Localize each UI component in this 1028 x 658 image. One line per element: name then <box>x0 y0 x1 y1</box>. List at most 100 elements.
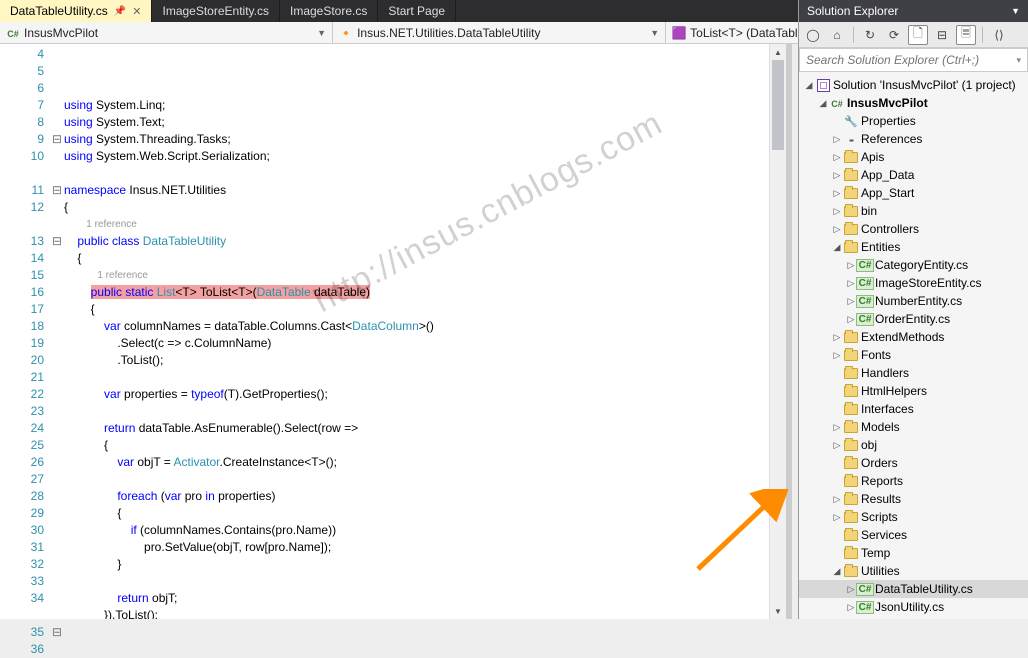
code-area[interactable]: http://insus.cnblogs.com using System.Li… <box>64 44 769 619</box>
preview-button[interactable]: ⟨⟩ <box>989 25 1009 45</box>
code-line[interactable]: .Select(c => c.ColumnName) <box>64 335 769 352</box>
code-line[interactable]: { <box>64 437 769 454</box>
code-line[interactable]: { <box>64 250 769 267</box>
tree-node[interactable]: ▷References <box>799 130 1028 148</box>
code-line[interactable] <box>64 471 769 488</box>
document-tab[interactable]: ImageStore.cs <box>280 0 378 22</box>
expand-toggle[interactable]: ▷ <box>831 512 843 523</box>
code-line[interactable]: using System.Web.Script.Serialization; <box>64 148 769 165</box>
expand-toggle[interactable]: ◢ <box>803 80 815 91</box>
fold-toggle[interactable]: ⊟ <box>50 131 64 148</box>
tree-node[interactable]: Properties <box>799 112 1028 130</box>
scroll-up-icon[interactable]: ▲ <box>770 44 786 60</box>
tree-node[interactable]: ▷bin <box>799 202 1028 220</box>
expand-toggle[interactable]: ▷ <box>831 332 843 343</box>
solution-search-input[interactable] <box>806 53 1016 67</box>
expand-toggle[interactable]: ▷ <box>831 152 843 163</box>
expand-toggle[interactable]: ▷ <box>831 440 843 451</box>
code-line[interactable]: .ToList(); <box>64 352 769 369</box>
tree-node[interactable]: ▷C#NumberEntity.cs <box>799 292 1028 310</box>
close-icon[interactable]: ✕ <box>132 5 141 18</box>
scroll-thumb[interactable] <box>772 60 784 150</box>
code-line[interactable] <box>64 573 769 590</box>
codelens-references[interactable]: 1 reference <box>64 267 769 284</box>
codelens-references[interactable]: 1 reference <box>64 216 769 233</box>
code-line[interactable]: return dataTable.AsEnumerable().Select(r… <box>64 420 769 437</box>
solution-search-box[interactable]: ▾ <box>799 48 1028 72</box>
code-line[interactable]: public class DataTableUtility <box>64 233 769 250</box>
tree-node[interactable]: Temp <box>799 544 1028 562</box>
show-all-files-button[interactable]: 🗋 <box>908 25 928 45</box>
code-line[interactable]: pro.SetValue(objT, row[pro.Name]); <box>64 539 769 556</box>
search-dropdown-icon[interactable]: ▾ <box>1016 55 1021 66</box>
code-line[interactable]: using System.Threading.Tasks; <box>64 131 769 148</box>
vertical-scrollbar[interactable]: ▲ ▼ <box>769 44 786 619</box>
panel-dropdown-icon[interactable]: ▼ <box>1011 6 1020 16</box>
tree-node[interactable]: ▷Models <box>799 418 1028 436</box>
document-tab[interactable]: Start Page <box>378 0 456 22</box>
tree-node[interactable]: ▷obj <box>799 436 1028 454</box>
tree-node[interactable]: ▷App_Data <box>799 166 1028 184</box>
code-line[interactable]: foreach (var pro in properties) <box>64 488 769 505</box>
scroll-down-icon[interactable]: ▼ <box>770 603 786 619</box>
code-line[interactable]: { <box>64 301 769 318</box>
expand-toggle[interactable]: ◢ <box>817 98 829 109</box>
code-line[interactable]: namespace Insus.NET.Utilities <box>64 182 769 199</box>
tree-node[interactable]: ▷Fonts <box>799 346 1028 364</box>
code-line[interactable]: } <box>64 556 769 573</box>
tree-node[interactable]: Orders <box>799 454 1028 472</box>
code-line[interactable]: }).ToList(); <box>64 607 769 619</box>
tree-node[interactable]: Services <box>799 526 1028 544</box>
tree-node[interactable]: ▷Scripts <box>799 508 1028 526</box>
tree-node[interactable]: ◢Utilities <box>799 562 1028 580</box>
tree-node[interactable]: ▷ExtendMethods <box>799 328 1028 346</box>
tree-node[interactable]: Handlers <box>799 364 1028 382</box>
tree-node[interactable]: ◢Solution 'InsusMvcPilot' (1 project) <box>799 76 1028 94</box>
expand-toggle[interactable]: ▷ <box>831 170 843 181</box>
code-line[interactable]: var properties = typeof(T).GetProperties… <box>64 386 769 403</box>
expand-toggle[interactable]: ▷ <box>831 206 843 217</box>
code-line[interactable] <box>64 165 769 182</box>
tree-node[interactable]: ▷C#OrderEntity.cs <box>799 310 1028 328</box>
tree-node[interactable]: ▷C#DataTableUtility.cs <box>799 580 1028 598</box>
tree-node[interactable]: ▷Controllers <box>799 220 1028 238</box>
code-line[interactable]: using System.Linq; <box>64 97 769 114</box>
fold-toggle[interactable]: ⊟ <box>50 182 64 199</box>
sync-button[interactable]: ↻ <box>860 25 880 45</box>
code-line[interactable]: public static List<T> ToList<T>(DataTabl… <box>64 284 769 301</box>
tree-node[interactable]: ▷Results <box>799 490 1028 508</box>
expand-toggle[interactable]: ▷ <box>831 134 843 145</box>
tree-node[interactable]: ◢Entities <box>799 238 1028 256</box>
code-line[interactable] <box>64 369 769 386</box>
expand-toggle[interactable]: ◢ <box>831 566 843 577</box>
expand-toggle[interactable]: ▷ <box>831 350 843 361</box>
code-line[interactable]: using System.Text; <box>64 114 769 131</box>
expand-toggle[interactable]: ▷ <box>831 188 843 199</box>
expand-toggle[interactable]: ▷ <box>831 422 843 433</box>
nav-project-dropdown[interactable]: InsusMvcPilot ▼ <box>0 22 333 43</box>
solution-tree[interactable]: ◢Solution 'InsusMvcPilot' (1 project)◢In… <box>799 72 1028 619</box>
collapse-all-button[interactable]: ⊟ <box>932 25 952 45</box>
tree-node[interactable]: ▷C#CategoryEntity.cs <box>799 256 1028 274</box>
expand-toggle[interactable]: ◢ <box>831 242 843 253</box>
code-line[interactable]: return objT; <box>64 590 769 607</box>
code-line[interactable]: { <box>64 199 769 216</box>
editor-splitter[interactable] <box>786 44 792 619</box>
code-line[interactable]: if (columnNames.Contains(pro.Name)) <box>64 522 769 539</box>
tree-node[interactable]: Reports <box>799 472 1028 490</box>
properties-button[interactable]: 🗏 <box>956 25 976 45</box>
back-button[interactable]: ◯ <box>803 25 823 45</box>
home-button[interactable]: ⌂ <box>827 25 847 45</box>
document-tab[interactable]: DataTableUtility.cs📌✕ <box>0 0 152 22</box>
pin-icon[interactable]: 📌 <box>114 6 126 17</box>
expand-toggle[interactable]: ▷ <box>831 494 843 505</box>
tree-node[interactable]: HtmlHelpers <box>799 382 1028 400</box>
code-line[interactable] <box>64 403 769 420</box>
fold-gutter[interactable]: ⊟⊟⊟⊟ <box>50 44 64 619</box>
tree-node[interactable]: ▷C#ImageStoreEntity.cs <box>799 274 1028 292</box>
code-line[interactable]: var objT = Activator.CreateInstance<T>()… <box>64 454 769 471</box>
tree-node[interactable]: ◢InsusMvcPilot <box>799 94 1028 112</box>
tree-node[interactable]: ▷App_Start <box>799 184 1028 202</box>
nav-class-dropdown[interactable]: 🔸 Insus.NET.Utilities.DataTableUtility ▼ <box>333 22 666 43</box>
expand-toggle[interactable]: ▷ <box>831 224 843 235</box>
